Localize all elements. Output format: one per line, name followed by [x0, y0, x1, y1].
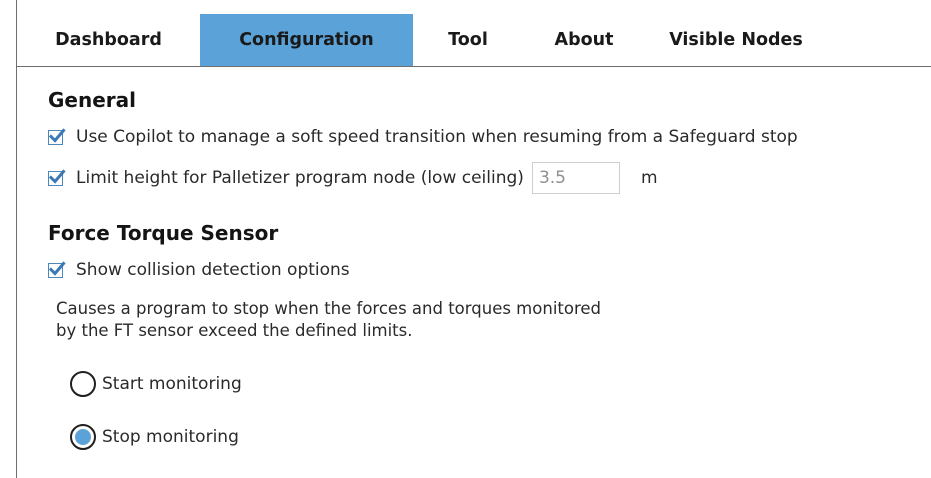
- start-monitoring-radio[interactable]: [70, 371, 96, 397]
- tab-visible-nodes[interactable]: Visible Nodes: [645, 14, 827, 66]
- panel-border: [16, 0, 17, 478]
- check-mark-icon: [48, 168, 66, 184]
- radio-selected-dot: [75, 429, 91, 445]
- start-monitoring-option: Start monitoring: [70, 369, 242, 399]
- limit-height-checkbox[interactable]: [48, 168, 66, 186]
- limit-height-option: Limit height for Palletizer program node…: [48, 162, 658, 194]
- configuration-panel: Dashboard Configuration Tool About Visib…: [0, 0, 931, 478]
- description-line-1: Causes a program to stop when the forces…: [56, 299, 602, 318]
- tab-about[interactable]: About: [523, 14, 645, 66]
- tab-bar: Dashboard Configuration Tool About Visib…: [17, 14, 931, 67]
- tab-tool[interactable]: Tool: [413, 14, 523, 66]
- tab-configuration[interactable]: Configuration: [200, 14, 413, 66]
- copilot-checkbox[interactable]: [48, 127, 66, 145]
- check-mark-icon: [48, 127, 66, 143]
- copilot-option: Use Copilot to manage a soft speed trans…: [48, 124, 798, 150]
- copilot-option-label: Use Copilot to manage a soft speed trans…: [76, 127, 798, 147]
- collision-detection-label: Show collision detection options: [76, 260, 350, 280]
- collision-description: Causes a program to stop when the forces…: [56, 298, 756, 342]
- height-unit-label: m: [640, 168, 658, 188]
- description-line-2: by the FT sensor exceed the defined limi…: [56, 321, 413, 340]
- start-monitoring-label: Start monitoring: [102, 374, 242, 394]
- section-title-general: General: [48, 88, 136, 112]
- section-title-force-torque: Force Torque Sensor: [48, 221, 279, 245]
- stop-monitoring-option: Stop monitoring: [70, 422, 239, 452]
- stop-monitoring-label: Stop monitoring: [102, 427, 239, 447]
- stop-monitoring-radio[interactable]: [70, 424, 96, 450]
- check-mark-icon: [48, 260, 66, 276]
- height-limit-input[interactable]: [531, 162, 620, 194]
- tab-dashboard[interactable]: Dashboard: [17, 14, 200, 66]
- collision-detection-option: Show collision detection options: [48, 257, 350, 283]
- collision-detection-checkbox[interactable]: [48, 260, 66, 278]
- limit-height-label: Limit height for Palletizer program node…: [76, 168, 524, 188]
